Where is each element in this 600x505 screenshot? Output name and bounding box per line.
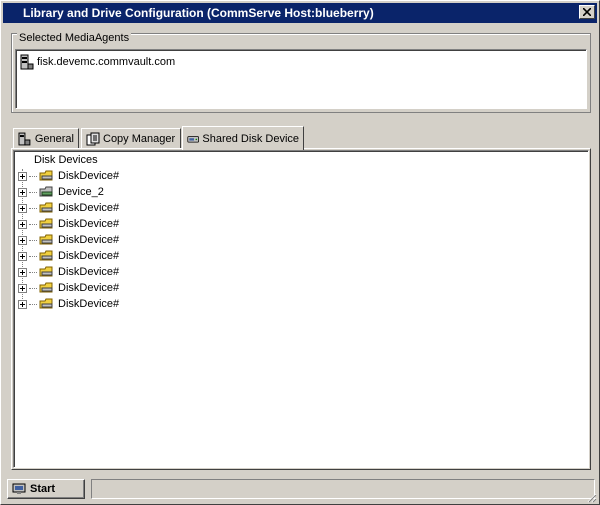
tree-node[interactable]: DiskDevice# [18, 296, 119, 312]
disk-device-icon [39, 234, 53, 245]
tree-node-label: DiskDevice# [58, 234, 120, 246]
tree-node[interactable]: DiskDevice# [18, 168, 119, 184]
tree-node-label: DiskDevice# [58, 266, 120, 278]
expand-icon[interactable] [18, 267, 27, 277]
tree-node[interactable]: DiskDevice# [18, 216, 119, 232]
tab-shared-disk-device-label: Shared Disk Device [202, 132, 299, 145]
tab-general[interactable]: General [13, 128, 79, 148]
tab-copy-manager[interactable]: Copy Manager [81, 128, 181, 148]
close-button[interactable] [579, 5, 595, 19]
disk-device-icon [39, 266, 53, 277]
disk-device-icon [39, 282, 53, 293]
tab-general-label: General [34, 132, 74, 145]
expand-icon[interactable] [18, 219, 27, 229]
media-agents-list[interactable]: fisk.devemc.commvault.com [15, 49, 587, 109]
disk-device-icon [39, 298, 53, 309]
config-window: Library and Drive Configuration (CommSer… [0, 0, 600, 505]
tree-node[interactable]: Device_2 [18, 184, 104, 200]
disk-device-icon [39, 170, 53, 181]
start-icon [12, 483, 26, 494]
tree-node-label: DiskDevice# [58, 250, 120, 262]
tree-node-label: DiskDevice# [58, 170, 120, 182]
disk-device-icon [39, 218, 53, 229]
tab-copy-manager-label: Copy Manager [103, 132, 176, 145]
tree-node[interactable]: DiskDevice# [18, 200, 119, 216]
tree-node-label: DiskDevice# [58, 218, 120, 230]
status-bar: Start [3, 475, 599, 505]
tree-node-label: Device_2 [58, 186, 104, 198]
media-agent-item[interactable]: fisk.devemc.commvault.com [20, 54, 175, 70]
tree-node-label: DiskDevice# [58, 202, 120, 214]
tree-root-label[interactable]: Disk Devices [34, 154, 98, 166]
server-icon [18, 132, 31, 145]
window-title: Library and Drive Configuration (CommSer… [23, 6, 374, 20]
copy-manager-icon [86, 132, 100, 145]
expand-icon[interactable] [18, 171, 27, 181]
disk-device-icon [39, 250, 53, 261]
resize-grip-icon[interactable] [585, 491, 597, 503]
disk-device-icon [39, 202, 53, 213]
expand-icon[interactable] [18, 187, 27, 197]
tree-node-label: DiskDevice# [58, 282, 120, 294]
expand-icon[interactable] [18, 283, 27, 293]
status-pane [91, 479, 595, 499]
tree-node[interactable]: DiskDevice# [18, 280, 119, 296]
close-icon [583, 8, 591, 16]
disk-devices-tree[interactable]: Disk Devices DiskDevice# Device_2 DiskDe… [13, 150, 589, 468]
tree-node[interactable]: DiskDevice# [18, 264, 119, 280]
disk-device-alt-icon [39, 186, 53, 197]
server-icon [20, 54, 34, 70]
tab-shared-disk-device[interactable]: Shared Disk Device [182, 126, 304, 150]
start-button-label: Start [30, 483, 56, 495]
media-agent-name: fisk.devemc.commvault.com [37, 56, 176, 68]
tree-node[interactable]: DiskDevice# [18, 248, 119, 264]
expand-icon[interactable] [18, 203, 27, 213]
tree-node[interactable]: DiskDevice# [18, 232, 119, 248]
shared-disk-icon [187, 135, 200, 142]
expand-icon[interactable] [18, 251, 27, 261]
start-button[interactable]: Start [7, 479, 85, 499]
expand-icon[interactable] [18, 299, 27, 309]
tree-node-label: DiskDevice# [58, 298, 120, 310]
title-bar[interactable]: Library and Drive Configuration (CommSer… [3, 3, 597, 23]
expand-icon[interactable] [18, 235, 27, 245]
media-agents-group-label: Selected MediaAgents [17, 32, 132, 44]
